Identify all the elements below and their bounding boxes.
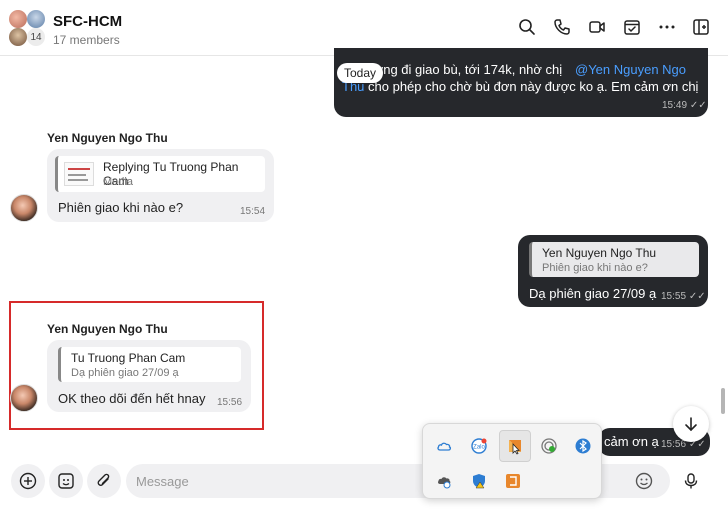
- sender-name[interactable]: Yen Nguyen Ngo Thu: [47, 131, 168, 145]
- message-time: 15:56: [217, 397, 243, 408]
- sticker-button[interactable]: [49, 464, 83, 498]
- time-text: 15:56: [661, 439, 687, 450]
- zalo-icon[interactable]: Zalo: [465, 432, 493, 460]
- read-check-icon: ✓✓: [689, 100, 707, 111]
- search-icon[interactable]: [516, 16, 538, 38]
- video-icon[interactable]: [586, 16, 608, 38]
- read-check-icon: ✓✓: [688, 291, 706, 302]
- message-time: 15:55 ✓✓: [661, 291, 706, 302]
- message-text: OK theo dõi đến hết hnay: [58, 391, 206, 406]
- time-text: 15:55: [661, 291, 687, 302]
- avatar[interactable]: [10, 194, 38, 222]
- sender-name[interactable]: Yen Nguyen Ngo Thu: [47, 322, 168, 336]
- sidebar-icon[interactable]: [690, 16, 712, 38]
- message-text: Phiên giao khi nào e?: [58, 200, 184, 215]
- group-avatar[interactable]: 14: [9, 10, 45, 46]
- media-thumbnail: [64, 162, 94, 186]
- reply-preview[interactable]: Yen Nguyen Ngo Thu Phiên giao khi nào e?: [529, 242, 699, 277]
- reply-text: Media: [103, 176, 133, 188]
- message-time: 15:49 ✓✓: [662, 100, 707, 111]
- office-icon[interactable]: [499, 467, 527, 495]
- reply-name: Tu Truong Phan Cam: [71, 351, 186, 365]
- onedrive-icon[interactable]: [430, 467, 458, 495]
- time-text: 15:49: [662, 100, 688, 111]
- chat-title[interactable]: SFC-HCM: [53, 13, 122, 30]
- attachment-icon: [97, 473, 110, 486]
- incoming-message[interactable]: Replying Tu Truong Phan Cam Media Phiên …: [47, 149, 274, 222]
- attachment-button[interactable]: [87, 464, 121, 498]
- message-text: ường đi giao bù, tới 174k, nhờ chị: [366, 62, 563, 77]
- member-count-badge: 14: [27, 28, 45, 46]
- svg-text:Zalo: Zalo: [473, 445, 485, 451]
- member-avatar: [9, 10, 27, 28]
- phone-icon[interactable]: [551, 16, 573, 38]
- message-text: Thu cho phép cho chờ bù đơn này được ko …: [342, 79, 698, 94]
- chat-window: 14 SFC-HCM 17 members ường đi giao bù, t…: [0, 0, 728, 512]
- scroll-down-button[interactable]: [673, 406, 709, 442]
- sticker-icon: [58, 473, 74, 489]
- message-text: cảm ơn ạ: [604, 434, 659, 449]
- more-icon[interactable]: [656, 16, 678, 38]
- add-button[interactable]: [11, 464, 45, 498]
- scrollbar-thumb[interactable]: [721, 388, 725, 414]
- bluetooth-icon[interactable]: [569, 432, 597, 460]
- network-icon[interactable]: [535, 432, 563, 460]
- reply-text: Dạ phiên giao 27/09 ạ: [71, 367, 179, 379]
- message-text-line: cho phép cho chờ bù đơn này được ko ạ. E…: [364, 79, 699, 94]
- avatar[interactable]: [10, 384, 38, 412]
- microphone-icon: [684, 473, 698, 489]
- member-count[interactable]: 17 members: [53, 33, 120, 47]
- reply-preview[interactable]: Tu Truong Phan Cam Dạ phiên giao 27/09 ạ: [58, 347, 241, 382]
- member-avatar: [9, 28, 27, 46]
- reply-preview[interactable]: Replying Tu Truong Phan Cam Media: [55, 156, 265, 192]
- add-icon: [19, 472, 37, 490]
- emoji-icon[interactable]: [633, 470, 655, 492]
- incoming-message[interactable]: Tu Truong Phan Cam Dạ phiên giao 27/09 ạ…: [47, 340, 251, 412]
- arrow-down-icon: [685, 417, 697, 432]
- app-icon[interactable]: [499, 430, 531, 462]
- member-avatar: [27, 10, 45, 28]
- mention-link[interactable]: @Yen Nguyen Ngo: [575, 62, 686, 77]
- voice-button[interactable]: [674, 464, 708, 498]
- date-divider: Today: [337, 63, 383, 83]
- system-tray-overflow: Zalo: [422, 423, 602, 499]
- outgoing-message[interactable]: Yen Nguyen Ngo Thu Phiên giao khi nào e?…: [518, 235, 708, 307]
- security-icon[interactable]: [465, 467, 493, 495]
- message-text: Dạ phiên giao 27/09 ạ: [529, 286, 657, 301]
- outgoing-message[interactable]: ường đi giao bù, tới 174k, nhờ chị @Yen …: [334, 48, 708, 117]
- reply-text: Phiên giao khi nào e?: [542, 262, 648, 274]
- cloud-icon[interactable]: [430, 432, 458, 460]
- message-time: 15:54: [240, 206, 266, 217]
- reply-name: Yen Nguyen Ngo Thu: [542, 246, 657, 260]
- calendar-check-icon[interactable]: [621, 16, 643, 38]
